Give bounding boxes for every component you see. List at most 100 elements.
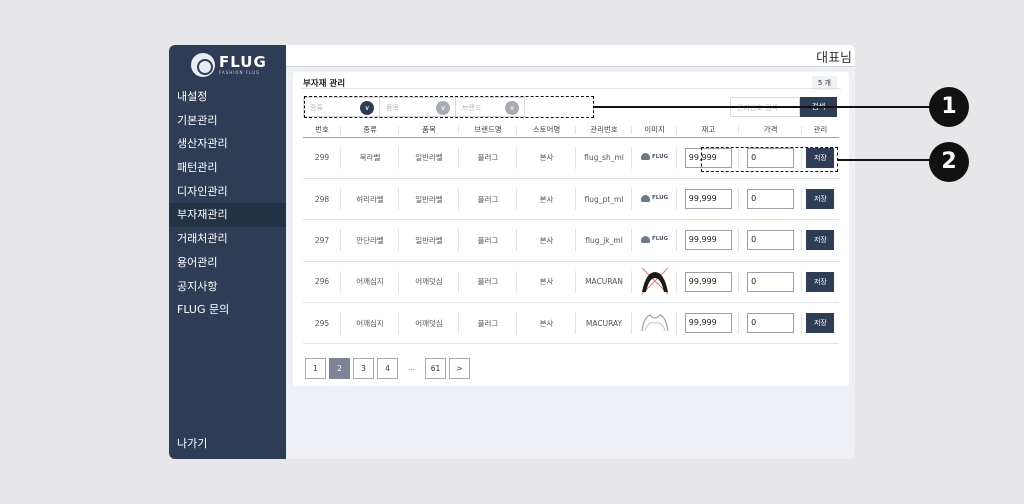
stock-input[interactable]: 99,999 xyxy=(684,313,732,334)
callout-1: 1 xyxy=(929,87,969,127)
page-button[interactable]: 1 xyxy=(305,358,326,379)
cell-price: 0 xyxy=(739,219,803,262)
cell-code: MACURAN xyxy=(576,261,632,304)
flug-logo-icon: FLUG xyxy=(641,235,668,243)
price-input[interactable]: 0 xyxy=(747,189,795,210)
page-button[interactable]: 3 xyxy=(353,358,374,379)
sidebar-item-9[interactable]: FLUG 문의 xyxy=(169,298,286,322)
cell-action: 저장 xyxy=(801,178,839,221)
page-button[interactable]: 4 xyxy=(377,358,398,379)
flug-logo-text: FLUG xyxy=(652,195,669,202)
cell-brand: 플러그 xyxy=(459,302,517,345)
cell-price: 0 xyxy=(739,302,803,345)
sidebar-item-7[interactable]: 용어관리 xyxy=(169,251,286,275)
cell-kind: 안단라벨 xyxy=(341,219,399,262)
pagination-ellipsis: ... xyxy=(407,363,416,372)
table-row: 296 어깨심지 어깨덧심 플러그 본사 MACURAN 99,999 0 저장 xyxy=(303,261,839,304)
sidebar-item-5[interactable]: 부자재관리 xyxy=(169,203,286,228)
column-header: 번호 xyxy=(303,123,341,138)
column-header: 관리 xyxy=(801,123,839,138)
column-header: 브랜드명 xyxy=(459,123,517,138)
cell-store: 본사 xyxy=(517,137,576,179)
cell-no: 295 xyxy=(303,302,341,345)
sidebar-item-8[interactable]: 공지사항 xyxy=(169,275,286,299)
cell-brand: 플러그 xyxy=(459,261,517,304)
cell-item: 어깨덧심 xyxy=(399,302,459,345)
column-header: 관리번호 xyxy=(576,123,632,138)
sidebar-item-1[interactable]: 기본관리 xyxy=(169,109,286,133)
logo-name: FLUG xyxy=(219,53,267,71)
save-button[interactable]: 저장 xyxy=(806,271,835,292)
divider xyxy=(301,88,841,89)
shoulder-pad-white-icon xyxy=(640,314,669,332)
cell-stock: 99,999 xyxy=(677,219,740,262)
cell-no: 299 xyxy=(303,137,341,179)
stock-input[interactable]: 99,999 xyxy=(684,230,732,251)
user-label[interactable]: 대표님 xyxy=(816,47,852,66)
sidebar-item-3[interactable]: 패턴관리 xyxy=(169,156,286,180)
page-button[interactable]: 2 xyxy=(329,358,350,379)
cell-stock: 99,999 xyxy=(677,302,740,345)
cell-action: 저장 xyxy=(801,261,839,304)
sidebar-item-6[interactable]: 거래처관리 xyxy=(169,227,286,251)
cell-kind: 어깨심지 xyxy=(341,261,399,304)
cell-brand: 플러그 xyxy=(459,219,517,262)
cell-image: FLUG xyxy=(632,219,678,262)
cell-store: 본사 xyxy=(517,219,576,262)
table-row: 297 안단라벨 일반라벨 플러그 본사 flug_jk_ml FLUG 99,999 0 저장 xyxy=(303,219,839,262)
sidebar: FLUG FASHION FLUG 내설정 기본관리 생산자관리 패턴관리 디자인관리 부… xyxy=(169,45,286,459)
next-page-button[interactable]: > xyxy=(449,358,470,379)
pagination: 1 2 3 4... 61 > xyxy=(305,358,470,379)
logo: FLUG FASHION FLUG xyxy=(191,51,267,79)
save-button[interactable]: 저장 xyxy=(806,313,835,334)
price-input[interactable]: 0 xyxy=(747,230,795,251)
logo-tagline: FASHION FLUG xyxy=(219,70,261,75)
column-header: 가격 xyxy=(739,123,803,138)
cell-store: 본사 xyxy=(517,178,576,221)
cell-no: 296 xyxy=(303,261,341,304)
sidebar-item-0[interactable]: 내설정 xyxy=(169,85,286,109)
cell-code: flug_jk_ml xyxy=(576,219,632,262)
save-button[interactable]: 저장 xyxy=(806,189,835,210)
cell-kind: 어깨심지 xyxy=(341,302,399,345)
filter-highlight-box xyxy=(304,96,594,118)
logo-icon xyxy=(191,53,215,77)
cell-brand: 플러그 xyxy=(459,137,517,179)
input-highlight-box xyxy=(701,147,838,172)
cell-no: 298 xyxy=(303,178,341,221)
exit-button[interactable]: 나가기 xyxy=(177,435,207,451)
cell-image xyxy=(632,302,678,345)
cell-kind: 허리라벨 xyxy=(341,178,399,221)
topbar: 대표님 xyxy=(286,45,855,67)
callout-line xyxy=(594,106,930,108)
cell-kind: 목라벨 xyxy=(341,137,399,179)
column-header: 스토어명 xyxy=(517,123,576,138)
stock-input[interactable]: 99,999 xyxy=(684,271,732,292)
cell-image: FLUG xyxy=(632,178,678,221)
table-row: 298 허리라벨 일반라벨 플러그 본사 flug_pt_ml FLUG 99,999 0 저장 xyxy=(303,178,839,221)
save-button[interactable]: 저장 xyxy=(806,230,835,251)
sidebar-item-4[interactable]: 디자인관리 xyxy=(169,180,286,204)
flug-logo-icon: FLUG xyxy=(641,153,668,161)
cell-stock: 99,999 xyxy=(677,178,740,221)
cell-code: flug_pt_ml xyxy=(576,178,632,221)
cell-stock: 99,999 xyxy=(677,261,740,304)
cell-price: 0 xyxy=(739,178,803,221)
cell-store: 본사 xyxy=(517,302,576,345)
price-input[interactable]: 0 xyxy=(747,271,795,292)
cell-image xyxy=(632,261,678,304)
cell-item: 일반라벨 xyxy=(399,178,459,221)
cell-image: FLUG xyxy=(632,137,678,179)
cell-code: flug_sh_ml xyxy=(576,137,632,179)
sidebar-menu: 내설정 기본관리 생산자관리 패턴관리 디자인관리 부자재관리 거래처관리 용어관리 공지사항 F… xyxy=(169,85,286,322)
column-header: 재고 xyxy=(677,123,740,138)
cell-price: 0 xyxy=(739,261,803,304)
stock-input[interactable]: 99,999 xyxy=(684,189,732,210)
shoulder-pad-black-icon xyxy=(641,267,668,295)
column-header: 이미지 xyxy=(632,123,678,138)
main-panel: 부자재 관리 5 개 종류 ∨ 품목 ∨ 브랜드 ∨ 관리번호 검색 검색 번호… xyxy=(293,72,849,386)
column-header: 품목 xyxy=(399,123,459,138)
page-button[interactable]: 61 xyxy=(425,358,446,379)
sidebar-item-2[interactable]: 생산자관리 xyxy=(169,132,286,156)
price-input[interactable]: 0 xyxy=(747,313,795,334)
